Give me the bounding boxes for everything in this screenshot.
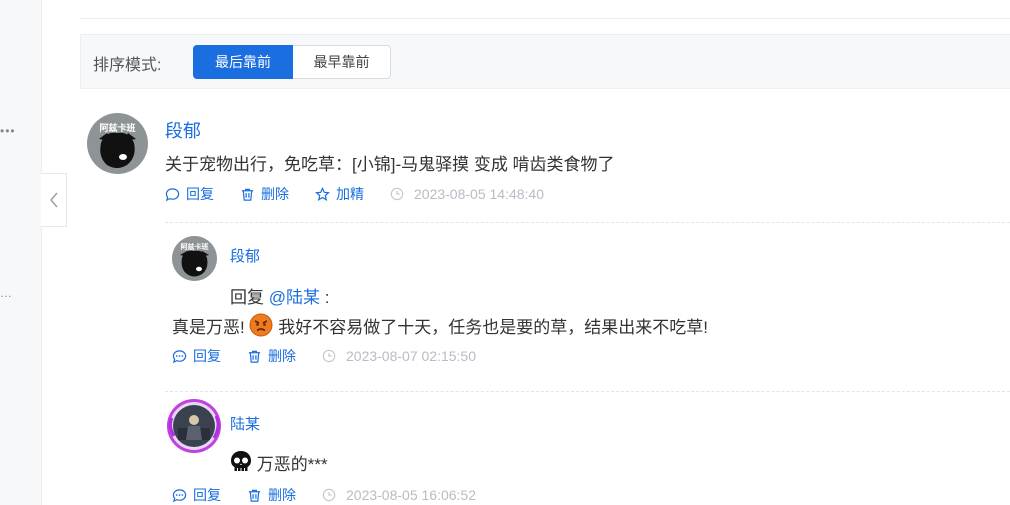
reply-timestamp: 2023-08-07 02:15:50 bbox=[322, 348, 476, 364]
feature-label: 加精 bbox=[336, 186, 364, 202]
trash-icon bbox=[248, 489, 261, 502]
reply-author[interactable]: 陆某 bbox=[230, 413, 260, 434]
comment-actions: 回复 删除 加精 2023-08-05 14:48:40 bbox=[165, 184, 544, 204]
clock-icon bbox=[322, 488, 336, 502]
timestamp-text: 2023-08-07 02:15:50 bbox=[346, 348, 476, 364]
reply-timestamp: 2023-08-05 16:06:52 bbox=[322, 487, 476, 503]
avatar[interactable]: 阿兹卡班 bbox=[172, 236, 217, 281]
clock-icon bbox=[390, 187, 404, 201]
comment-author[interactable]: 段郁 bbox=[165, 117, 201, 143]
avatar-caption: 阿兹卡班 bbox=[181, 242, 209, 251]
reply-label: 回复 bbox=[193, 487, 221, 503]
skull-emoji-icon bbox=[231, 451, 251, 471]
comment-icon bbox=[172, 349, 187, 363]
reply-button[interactable]: 回复 bbox=[172, 485, 221, 505]
delete-label: 删除 bbox=[261, 186, 289, 202]
delete-button[interactable]: 删除 bbox=[240, 184, 289, 204]
sort-mode-bar: 排序模式: 最后靠前 最早靠前 bbox=[80, 34, 1010, 89]
reply-actions: 回复 删除 2023-08-05 16:06:52 bbox=[172, 485, 476, 505]
reply-button[interactable]: 回复 bbox=[172, 346, 221, 366]
mention-link[interactable]: @陆某 bbox=[269, 288, 320, 307]
avatar-caption: 阿兹卡班 bbox=[99, 122, 135, 134]
comment-timestamp: 2023-08-05 14:48:40 bbox=[390, 186, 544, 202]
trash-icon bbox=[241, 188, 254, 201]
delete-button[interactable]: 删除 bbox=[247, 346, 296, 366]
divider bbox=[165, 222, 1010, 223]
clock-icon bbox=[322, 349, 336, 363]
comment-body: 关于宠物出行，免吃草：[小锦]-马鬼驿摸 变成 啃齿类食物了 bbox=[165, 155, 615, 174]
reply-to-line: 回复 @陆某 : bbox=[230, 283, 329, 308]
trash-icon bbox=[248, 350, 261, 363]
collapse-sidebar-button[interactable] bbox=[41, 173, 67, 227]
reply-prefix: 回复 bbox=[230, 288, 264, 307]
chat-bubble-icon bbox=[165, 187, 180, 201]
divider bbox=[165, 391, 1010, 392]
delete-button[interactable]: 删除 bbox=[247, 485, 296, 505]
comment-icon bbox=[172, 488, 187, 502]
reply-body-end: 我好不容易做了十天，任务也是要的草，结果出来不吃草! bbox=[278, 318, 708, 337]
sort-mode-label: 排序模式: bbox=[93, 57, 162, 74]
reply-label: 回复 bbox=[193, 348, 221, 364]
delete-label: 删除 bbox=[268, 348, 296, 364]
reply-body: 万恶的*** bbox=[230, 450, 328, 475]
timestamp-text: 2023-08-05 16:06:52 bbox=[346, 487, 476, 503]
delete-label: 删除 bbox=[268, 487, 296, 503]
reply-actions: 回复 删除 2023-08-07 02:15:50 bbox=[172, 346, 476, 366]
avatar[interactable] bbox=[166, 398, 222, 454]
top-divider bbox=[80, 18, 1010, 19]
left-sidebar: ••• … bbox=[0, 0, 42, 505]
reply-body: 真是万恶! 我好不容易做了十天，任务也是要的草，结果出来不吃草! bbox=[172, 313, 708, 338]
reply-body-start: 真是万恶! bbox=[172, 318, 245, 337]
reply-colon: : bbox=[324, 288, 330, 307]
star-icon bbox=[315, 186, 330, 201]
reply-button[interactable]: 回复 bbox=[165, 184, 214, 204]
sort-latest-first-button[interactable]: 最后靠前 bbox=[193, 45, 293, 79]
angry-face-emoji-icon bbox=[249, 313, 273, 337]
sort-earliest-first-button[interactable]: 最早靠前 bbox=[293, 45, 391, 79]
timestamp-text: 2023-08-05 14:48:40 bbox=[414, 186, 544, 202]
reply-author[interactable]: 段郁 bbox=[230, 245, 260, 266]
reply-body-text: 万恶的*** bbox=[256, 455, 328, 474]
chevron-left-icon bbox=[49, 192, 58, 208]
rail-dots: ••• bbox=[0, 124, 16, 138]
feature-button[interactable]: 加精 bbox=[315, 184, 364, 204]
reply-label: 回复 bbox=[186, 186, 214, 202]
avatar[interactable]: 阿兹卡班 bbox=[87, 113, 148, 174]
rail-dots-bottom: … bbox=[0, 286, 12, 300]
